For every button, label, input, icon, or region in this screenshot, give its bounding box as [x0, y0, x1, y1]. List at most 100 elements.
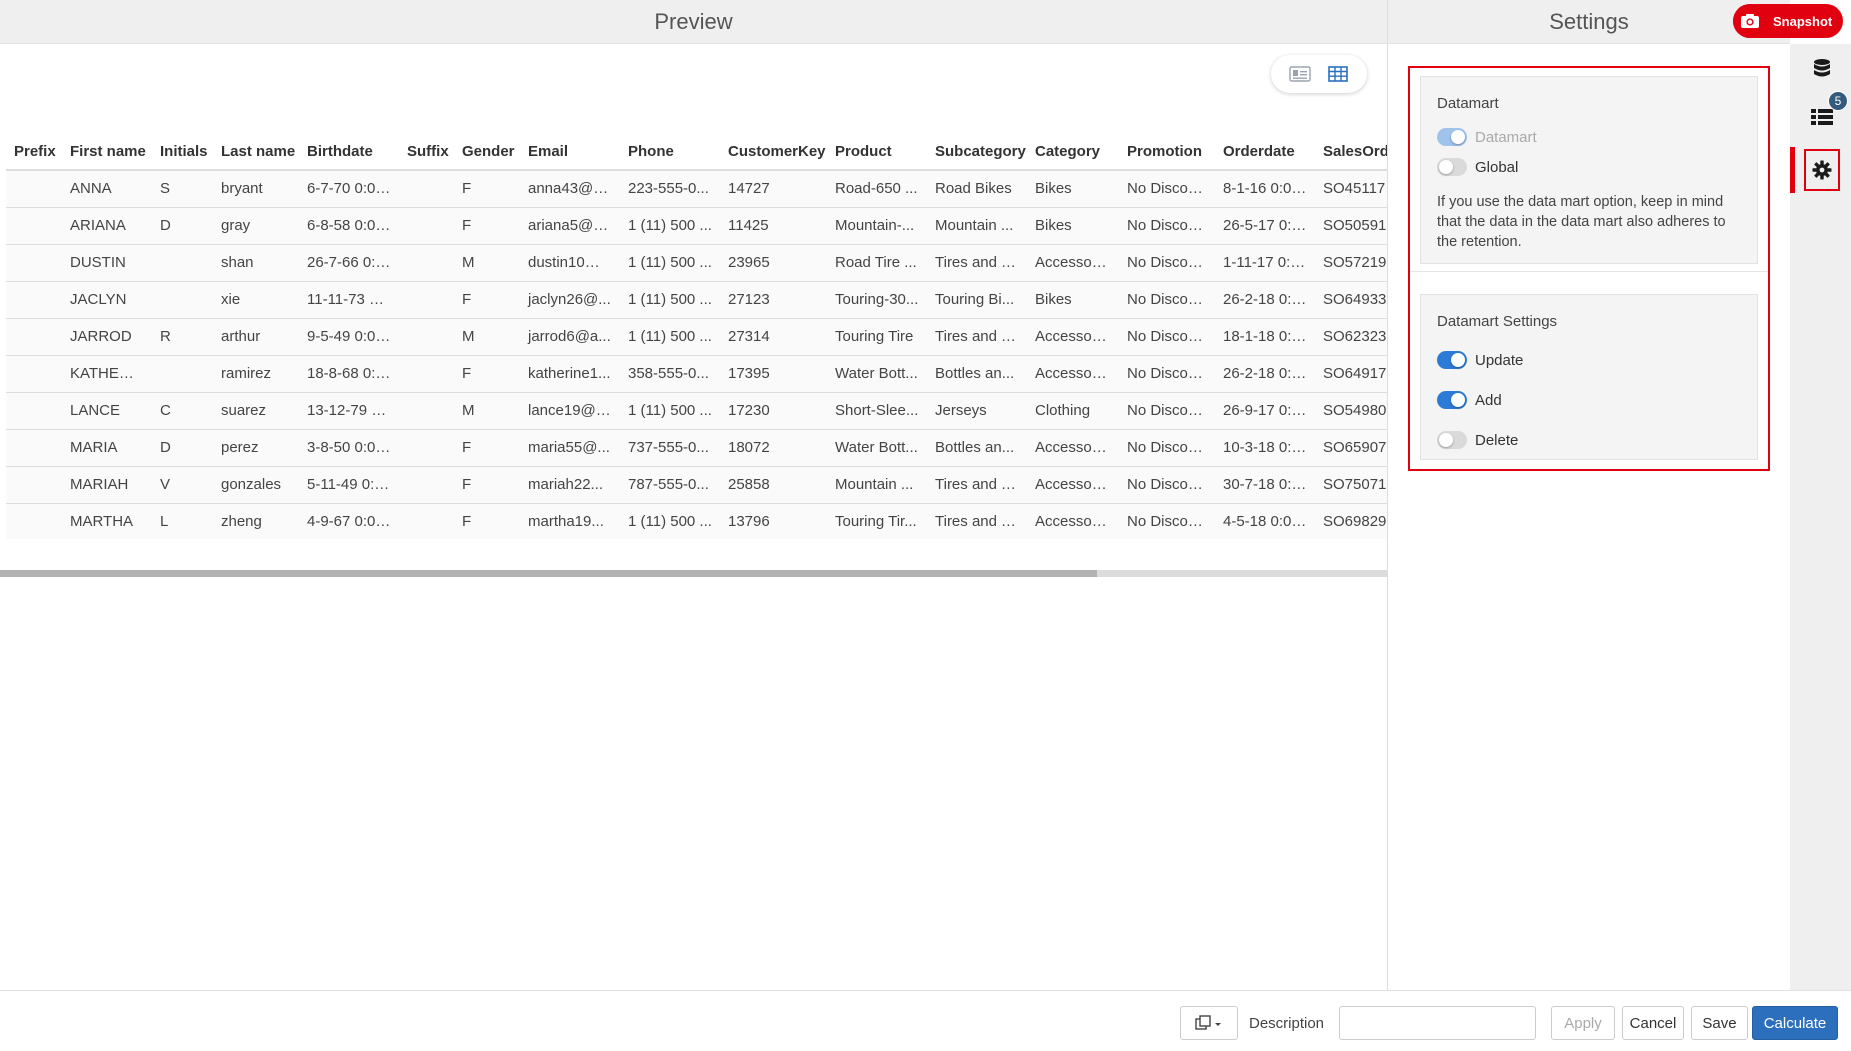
- table-cell: L: [152, 503, 213, 539]
- table-cell: 8-1-16 0:00...: [1215, 170, 1315, 208]
- table-cell: gray: [213, 207, 299, 245]
- table-view-button[interactable]: [1325, 63, 1351, 85]
- table-cell: SO50591: [1315, 207, 1387, 245]
- horizontal-scrollbar[interactable]: [0, 570, 1387, 577]
- datamart-toggle[interactable]: [1437, 128, 1467, 146]
- apply-button[interactable]: Apply: [1551, 1006, 1615, 1040]
- table-row[interactable]: MARTHA Lzheng 4-9-67 0:00... Fmartha19... 1 …: [6, 503, 1387, 539]
- table-cell: shan: [213, 244, 299, 282]
- scrollbar-thumb[interactable]: [0, 570, 1097, 577]
- table-cell: SO75071: [1315, 466, 1387, 504]
- column-header[interactable]: Category: [1027, 134, 1119, 171]
- table-cell: [152, 355, 213, 393]
- table-cell: 1 (11) 500 ...: [620, 244, 720, 282]
- snapshot-button[interactable]: Snapshot: [1733, 4, 1843, 38]
- table-row[interactable]: LANCE Csuarez 13-12-79 0:... Mlance19@a... 1…: [6, 392, 1387, 430]
- table-cell: No Discount: [1119, 207, 1215, 245]
- table-cell: Mountain ...: [827, 466, 927, 504]
- table-cell: KATHERINE: [62, 355, 152, 393]
- cancel-button[interactable]: Cancel: [1622, 1006, 1684, 1040]
- table-cell: 223-555-0...: [620, 170, 720, 208]
- calculate-button[interactable]: Calculate: [1752, 1006, 1838, 1040]
- column-header[interactable]: Suffix: [399, 134, 454, 171]
- preview-title: Preview: [654, 8, 733, 34]
- table-cell: D: [152, 429, 213, 467]
- table-cell: 26-2-18 0:0...: [1215, 281, 1315, 319]
- table-cell: V: [152, 466, 213, 504]
- global-toggle[interactable]: [1437, 158, 1467, 176]
- table-cell: 11425: [720, 207, 827, 245]
- table-cell: dustin10@...: [520, 244, 620, 282]
- copy-dropdown-button[interactable]: [1180, 1006, 1238, 1040]
- table-row[interactable]: MARIAH Vgonzales 5-11-49 0:0... Fmariah22..…: [6, 466, 1387, 504]
- table-row[interactable]: JARROD Rarthur 9-5-49 0:00... Mjarrod6@a...…: [6, 318, 1387, 356]
- table-cell: SO65907: [1315, 429, 1387, 467]
- table-row[interactable]: KATHERINE ramirez 18-8-68 0:0... Fkatherine…: [6, 355, 1387, 393]
- column-header[interactable]: First name: [62, 134, 152, 171]
- save-button[interactable]: Save: [1691, 1006, 1748, 1040]
- datamart-toggle-row: Datamart: [1437, 122, 1741, 152]
- column-header[interactable]: SalesOrde: [1315, 134, 1387, 171]
- table-cell: F: [454, 429, 520, 467]
- table-row[interactable]: MARIA Dperez 3-8-50 0:00... Fmaria55@... 737…: [6, 429, 1387, 467]
- column-header[interactable]: Product: [827, 134, 927, 171]
- table-cell: R: [152, 318, 213, 356]
- table-row[interactable]: ANNA Sbryant 6-7-70 0:00... Fanna43@a... 223…: [6, 170, 1387, 208]
- column-header[interactable]: CustomerKey: [720, 134, 827, 171]
- column-header[interactable]: Email: [520, 134, 620, 171]
- copy-dropdown-icon: [1195, 1015, 1221, 1030]
- card-view-button[interactable]: [1287, 63, 1313, 85]
- settings-header: Settings: [1388, 0, 1790, 44]
- table-cell: arthur: [213, 318, 299, 356]
- table-cell: Bikes: [1027, 281, 1119, 319]
- card-view-icon: [1289, 66, 1311, 82]
- table-cell: 18-8-68 0:0...: [299, 355, 399, 393]
- update-toggle[interactable]: [1437, 351, 1467, 369]
- table-cell: [6, 392, 62, 430]
- table-cell: [399, 355, 454, 393]
- table-cell: 1 (11) 500 ...: [620, 281, 720, 319]
- table-cell: Accessories: [1027, 244, 1119, 282]
- table-cell: zheng: [213, 503, 299, 539]
- table-cell: [399, 392, 454, 430]
- table-cell: MARIAH: [62, 466, 152, 504]
- list-rail-button[interactable]: 5: [1804, 91, 1848, 135]
- column-header[interactable]: Phone: [620, 134, 720, 171]
- description-input[interactable]: [1339, 1006, 1536, 1040]
- table-row[interactable]: ARIANA Dgray 6-8-58 0:00... Fariana5@a... 1 …: [6, 207, 1387, 245]
- table-cell: 358-555-0...: [620, 355, 720, 393]
- table-cell: No Discount: [1119, 429, 1215, 467]
- column-header[interactable]: Gender: [454, 134, 520, 171]
- table-cell: suarez: [213, 392, 299, 430]
- table-cell: katherine1...: [520, 355, 620, 393]
- column-header[interactable]: Orderdate: [1215, 134, 1315, 171]
- table-cell: 26-2-18 0:0...: [1215, 355, 1315, 393]
- table-cell: 26-9-17 0:0...: [1215, 392, 1315, 430]
- table-cell: ariana5@a...: [520, 207, 620, 245]
- preview-pane: Preview Prefix First name Initials Last …: [0, 0, 1387, 990]
- table-cell: 787-555-0...: [620, 466, 720, 504]
- table-cell: [399, 207, 454, 245]
- column-header[interactable]: Subcategory: [927, 134, 1027, 171]
- column-header[interactable]: Birthdate: [299, 134, 399, 171]
- table-cell: Mountain ...: [927, 207, 1027, 245]
- add-toggle[interactable]: [1437, 391, 1467, 409]
- table-row[interactable]: DUSTIN shan 26-7-66 0:0... Mdustin10@... 1 (…: [6, 244, 1387, 282]
- table-cell: 4-9-67 0:00...: [299, 503, 399, 539]
- table-row[interactable]: JACLYN xie 11-11-73 0:... Fjaclyn26@... 1 (1…: [6, 281, 1387, 319]
- column-header[interactable]: Promotion: [1119, 134, 1215, 171]
- table-cell: No Discount: [1119, 318, 1215, 356]
- column-header[interactable]: Prefix: [6, 134, 62, 171]
- table-cell: Accessories: [1027, 355, 1119, 393]
- camera-icon: [1733, 4, 1767, 38]
- table-cell: [6, 355, 62, 393]
- table-cell: 26-7-66 0:0...: [299, 244, 399, 282]
- column-header[interactable]: Initials: [152, 134, 213, 171]
- table-cell: MARIA: [62, 429, 152, 467]
- datamart-rail-button[interactable]: [1804, 51, 1840, 87]
- preview-table-container: Prefix First name Initials Last name Birthda…: [6, 134, 1387, 539]
- table-cell: No Discount: [1119, 355, 1215, 393]
- delete-toggle[interactable]: [1437, 431, 1467, 449]
- column-header[interactable]: Last name: [213, 134, 299, 171]
- settings-rail-button[interactable]: [1804, 152, 1840, 188]
